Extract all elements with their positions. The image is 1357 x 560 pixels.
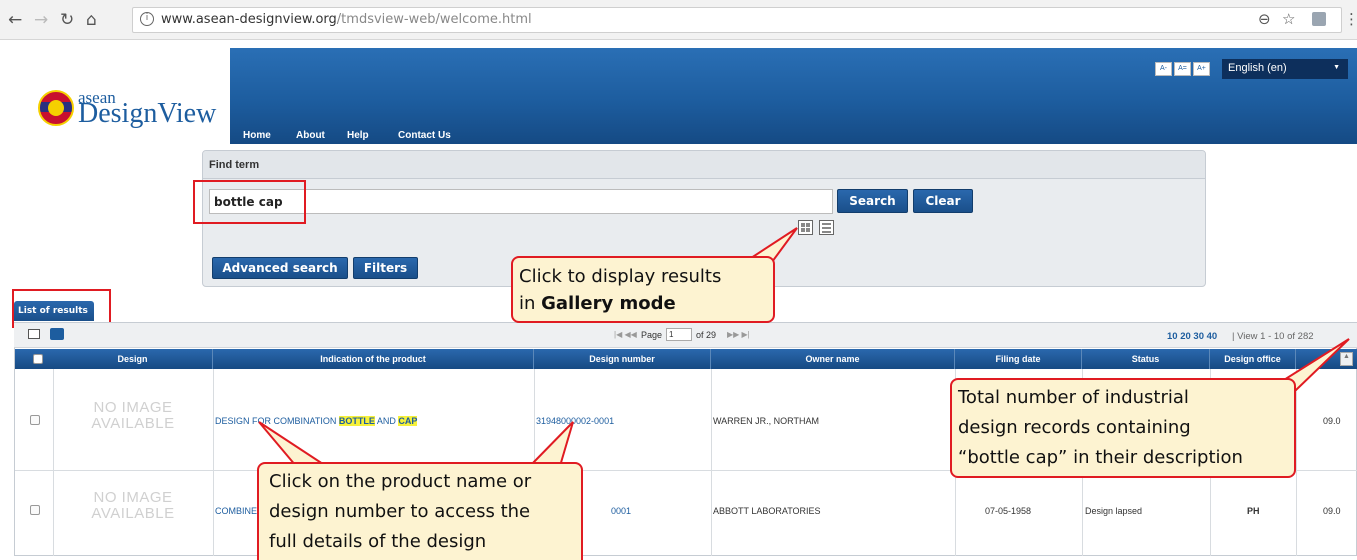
clear-button[interactable]: Clear bbox=[913, 189, 973, 213]
product-link[interactable]: DESIGN FOR COMBINATION BOTTLE AND CAP bbox=[215, 416, 418, 426]
forward-icon[interactable]: → bbox=[34, 10, 48, 30]
advanced-search-button[interactable]: Advanced search bbox=[212, 257, 348, 279]
col-design[interactable]: Design bbox=[53, 349, 213, 369]
highlight-search-box bbox=[193, 180, 306, 224]
highlight-term: BOTTLE bbox=[338, 416, 375, 426]
menu-contact-us[interactable]: Contact Us bbox=[398, 130, 451, 141]
menu-help[interactable]: Help bbox=[347, 130, 369, 141]
menu-about[interactable]: About bbox=[296, 130, 325, 141]
design-office: PH bbox=[1247, 506, 1260, 516]
no-image-placeholder: NO IMAGE AVAILABLE bbox=[91, 489, 175, 522]
menu-home[interactable]: Home bbox=[243, 130, 271, 141]
pager-first-prev-icon[interactable]: |◀ ◀◀ bbox=[614, 330, 637, 339]
callout-line: full details of the design bbox=[269, 531, 487, 552]
owner-name: ABBOTT LABORATORIES bbox=[713, 506, 821, 516]
page-size-options[interactable]: 10 20 30 40 bbox=[1167, 331, 1217, 342]
row-checkbox[interactable] bbox=[30, 505, 40, 515]
zoom-icon[interactable]: ⊖ bbox=[1258, 10, 1271, 28]
url-text[interactable]: www.asean-designview.org/tmdsview-web/we… bbox=[161, 12, 532, 27]
callout-line: design number to access the bbox=[269, 501, 531, 522]
product-text: AND bbox=[374, 416, 399, 426]
reload-icon[interactable]: ↻ bbox=[60, 10, 74, 30]
page-number-input[interactable]: 1 bbox=[666, 328, 692, 341]
pager-next-last-icon[interactable]: ▶▶ ▶| bbox=[727, 330, 750, 339]
asean-emblem-icon bbox=[38, 90, 74, 126]
filing-date: 07-05-1958 bbox=[985, 506, 1032, 516]
col-design-number[interactable]: Design number bbox=[534, 349, 711, 369]
language-select[interactable]: English (en) ▼ bbox=[1222, 59, 1348, 79]
classification-cell: 09.0 bbox=[1323, 506, 1341, 516]
callout-line: Click to display results bbox=[519, 266, 722, 287]
filters-button[interactable]: Filters bbox=[353, 257, 418, 279]
pager-page-label: Page bbox=[641, 330, 663, 340]
callout-line: Click on the product name or bbox=[269, 471, 532, 492]
gallery-mode-callout: Click to display results in Gallery mode bbox=[511, 256, 775, 323]
callout-text: in bbox=[519, 293, 542, 314]
divider bbox=[1296, 369, 1297, 556]
font-reset-button[interactable]: A= bbox=[1174, 62, 1191, 76]
language-value: English (en) bbox=[1228, 62, 1287, 74]
find-panel-title: Find term bbox=[203, 151, 1205, 179]
design-number-link[interactable]: 0001 bbox=[611, 506, 631, 516]
owner-name: WARREN JR., NORTHAM bbox=[713, 416, 820, 426]
product-link[interactable]: COMBINE bbox=[215, 506, 257, 516]
star-icon[interactable]: ☆ bbox=[1282, 10, 1295, 28]
divider bbox=[711, 369, 712, 556]
divider bbox=[53, 369, 54, 556]
menu-dots-icon[interactable]: ⋮ bbox=[1344, 10, 1357, 28]
divider bbox=[213, 369, 214, 556]
info-icon[interactable]: i bbox=[140, 12, 154, 26]
callout-line: “bottle cap” in their description bbox=[958, 447, 1243, 468]
logo-designview-text[interactable]: DesignView bbox=[78, 98, 216, 130]
search-button[interactable]: Search bbox=[837, 189, 908, 213]
list-view-icon[interactable] bbox=[819, 220, 834, 235]
design-number-link[interactable]: 31948000002-0001 bbox=[536, 416, 614, 426]
font-increase-button[interactable]: A+ bbox=[1193, 62, 1210, 76]
product-link-callout: Click on the product name or design numb… bbox=[257, 462, 583, 560]
callout-line: Total number of industrial bbox=[958, 387, 1189, 408]
url-domain: www.asean-designview.org bbox=[161, 12, 337, 27]
status: Design lapsed bbox=[1085, 506, 1143, 516]
email-icon[interactable] bbox=[28, 329, 40, 339]
url-path: /tmdsview-web/welcome.html bbox=[336, 12, 532, 27]
caret-down-icon: ▼ bbox=[1333, 64, 1340, 71]
col-owner[interactable]: Owner name bbox=[711, 349, 955, 369]
select-all-checkbox[interactable] bbox=[33, 354, 43, 364]
col-indication[interactable]: Indication of the product bbox=[213, 349, 534, 369]
product-text: DESIGN FOR COMBINATION bbox=[215, 416, 339, 426]
scroll-up-icon[interactable]: ▲ bbox=[1340, 352, 1353, 366]
back-icon[interactable]: ← bbox=[8, 10, 22, 30]
gallery-view-icon[interactable] bbox=[798, 220, 813, 235]
no-image-placeholder: NO IMAGE AVAILABLE bbox=[91, 399, 175, 432]
col-status[interactable]: Status bbox=[1082, 349, 1210, 369]
callout-line: in Gallery mode bbox=[519, 290, 767, 317]
extension-icon[interactable] bbox=[1312, 12, 1326, 26]
view-range-text: | View 1 - 10 of 282 bbox=[1232, 331, 1314, 342]
print-icon[interactable] bbox=[50, 328, 64, 340]
classification-cell: 09.0 bbox=[1323, 416, 1341, 426]
pager-total: of 29 bbox=[696, 330, 717, 340]
col-filing-date[interactable]: Filing date bbox=[955, 349, 1082, 369]
row-checkbox[interactable] bbox=[30, 415, 40, 425]
col-design-office[interactable]: Design office bbox=[1210, 349, 1296, 369]
home-icon[interactable]: ⌂ bbox=[86, 10, 97, 30]
callout-bold-text: Gallery mode bbox=[541, 293, 676, 314]
highlight-term: CAP bbox=[398, 416, 418, 426]
callout-line: design records containing bbox=[958, 417, 1191, 438]
font-decrease-button[interactable]: A- bbox=[1155, 62, 1172, 76]
total-records-callout: Total number of industrial design record… bbox=[950, 378, 1296, 478]
